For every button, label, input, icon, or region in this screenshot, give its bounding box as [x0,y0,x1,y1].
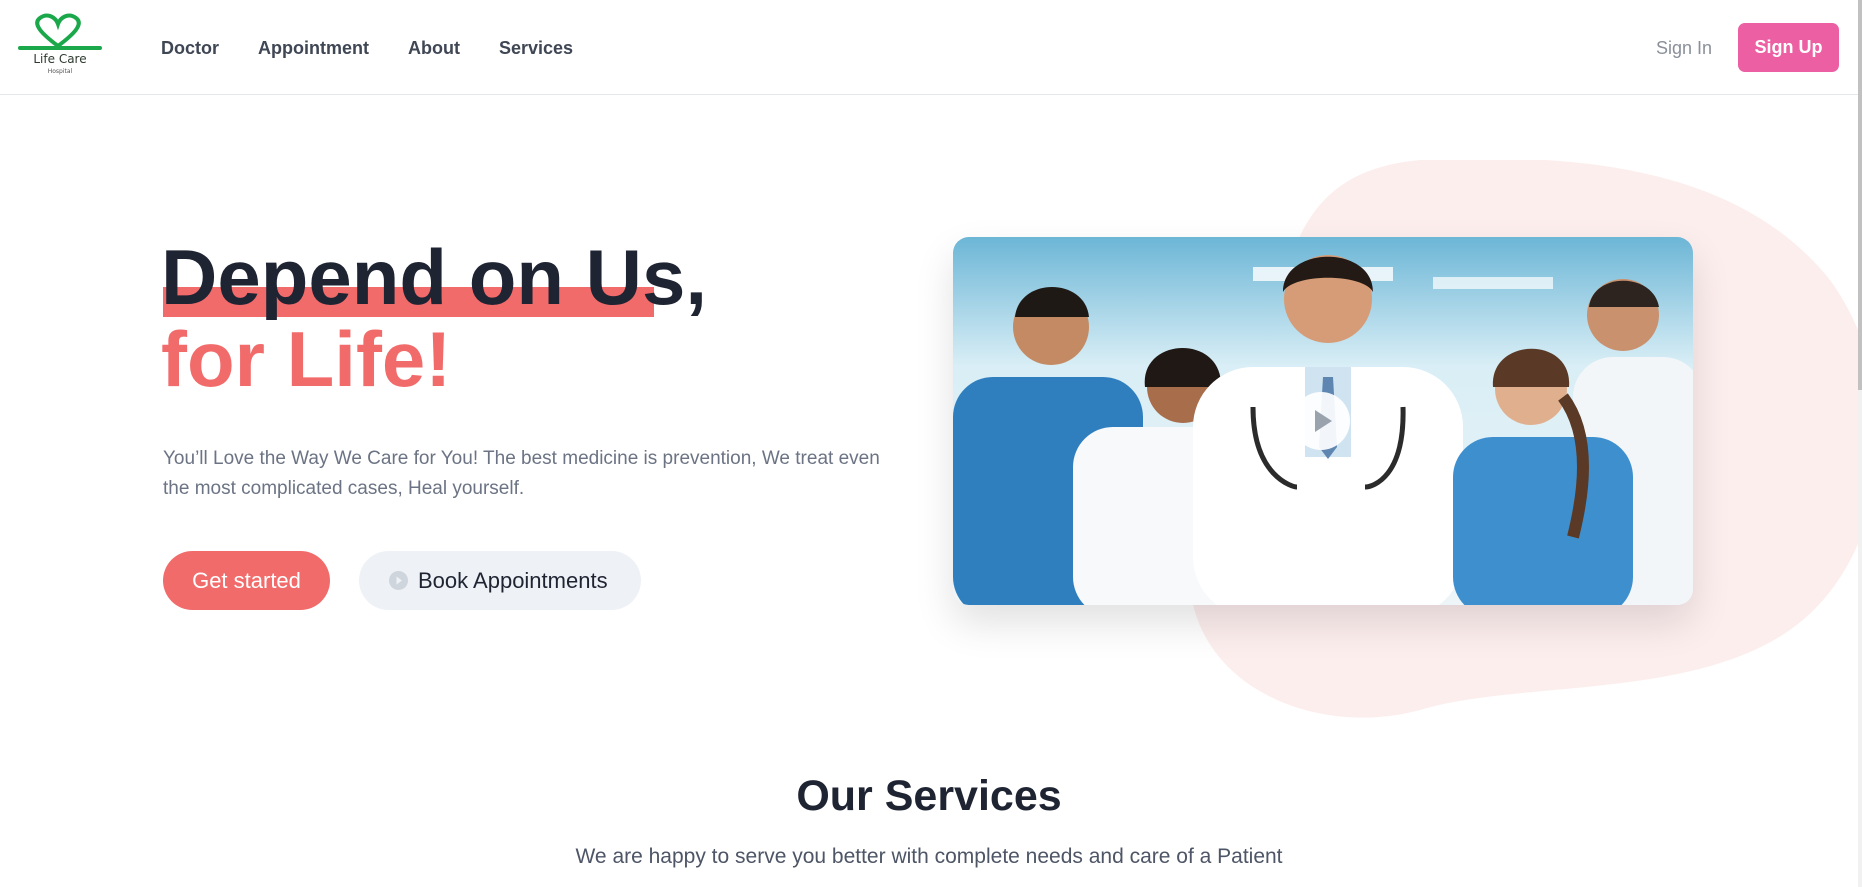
hero-headline-line2: for Life! [161,315,452,403]
get-started-button[interactable]: Get started [163,551,330,610]
video-play-button[interactable] [1292,392,1350,450]
main-nav: Doctor Appointment About Services [161,36,573,60]
heart-logo-icon [18,13,102,50]
navbar: Life Care Hospital Doctor Appointment Ab… [0,0,1862,95]
page-scrollbar[interactable] [1858,0,1862,887]
play-icon [1315,410,1332,432]
services-title: Our Services [796,772,1062,820]
brand-logo[interactable]: Life Care Hospital [18,12,102,80]
nav-link-about[interactable]: About [408,36,460,60]
nav-link-services[interactable]: Services [499,36,573,60]
brand-name: Life Care [33,52,87,66]
sign-up-button[interactable]: Sign Up [1738,23,1839,72]
scrollbar-thumb[interactable] [1858,0,1862,390]
hero-headline-line1: Depend on Us, [161,233,708,321]
services-subtitle: We are happy to serve you better with co… [575,845,1283,868]
brand-tagline: Hospital [47,68,73,75]
hero-description: You’ll Love the Way We Care for You! The… [163,448,880,499]
nav-link-doctor[interactable]: Doctor [161,36,219,60]
play-circle-icon [389,571,408,590]
nav-link-appointment[interactable]: Appointment [258,36,369,60]
sign-in-link[interactable]: Sign In [1656,36,1712,60]
book-appointments-label: Book Appointments [418,568,608,593]
book-appointments-button[interactable]: Book Appointments [359,551,641,610]
